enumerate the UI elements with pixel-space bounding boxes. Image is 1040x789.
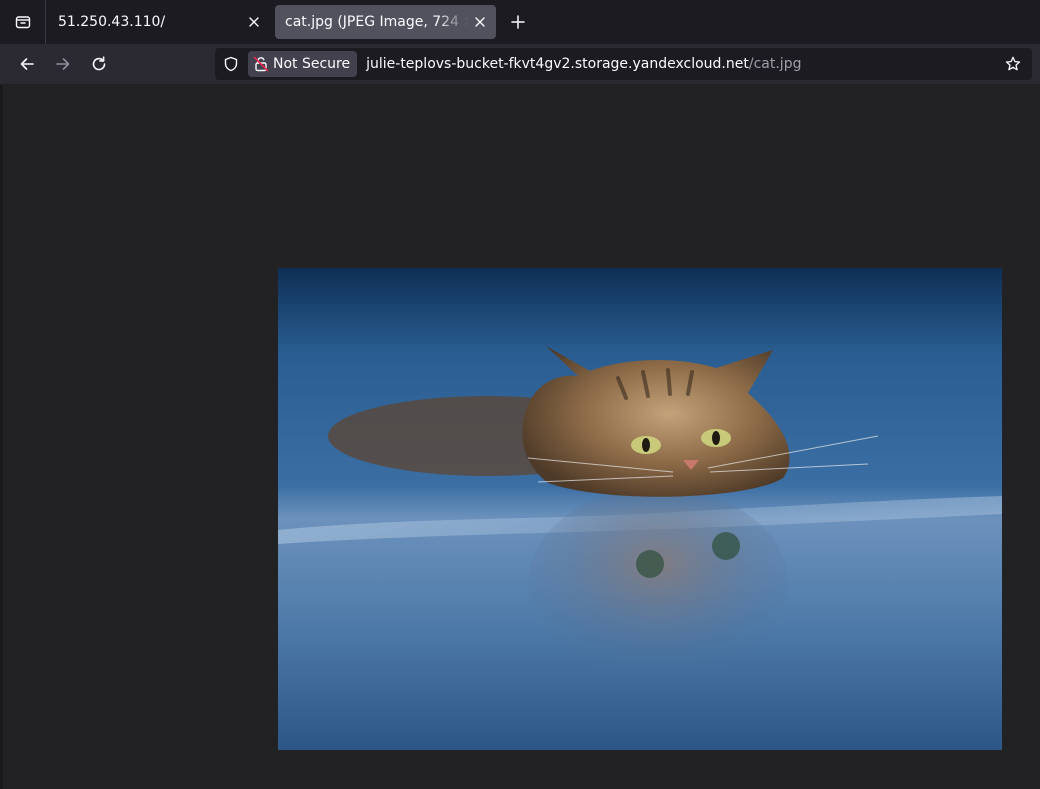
tab-list-button[interactable] (8, 8, 38, 36)
broken-lock-icon (253, 56, 269, 72)
tab-separator (45, 0, 46, 44)
tab-close-button[interactable] (243, 11, 265, 33)
tab-close-button[interactable] (469, 11, 491, 33)
address-bar[interactable]: Not Secure julie-teplovs-bucket-fkvt4gv2… (215, 48, 1032, 80)
navigation-toolbar: Not Secure julie-teplovs-bucket-fkvt4gv2… (0, 44, 1040, 84)
tab-title: 51.250.43.110/ (58, 14, 166, 30)
close-icon (249, 17, 259, 27)
forward-button[interactable] (48, 49, 78, 79)
reload-button[interactable] (84, 49, 114, 79)
reload-icon (92, 56, 106, 71)
star-icon (1005, 56, 1021, 71)
tab-inactive[interactable]: 51.250.43.110/ (48, 5, 270, 39)
tracking-protection-button[interactable] (217, 48, 245, 80)
cat-image[interactable] (278, 268, 1002, 750)
tab-title: cat.jpg (JPEG Image, 724 × 482 pixels) (285, 14, 469, 30)
tab-active[interactable]: cat.jpg (JPEG Image, 724 × 482 pixels) (275, 5, 496, 39)
shield-icon (224, 56, 238, 72)
back-button[interactable] (12, 49, 42, 79)
close-icon (475, 17, 485, 27)
tab-strip: 51.250.43.110/ cat.jpg (JPEG Image, 724 … (0, 0, 1040, 44)
new-tab-button[interactable] (504, 8, 532, 36)
forward-arrow-icon (56, 58, 70, 70)
plus-icon (511, 15, 525, 29)
bookmark-button[interactable] (1002, 53, 1024, 75)
url-host: julie-teplovs-bucket-fkvt4gv2.storage.ya… (366, 56, 749, 72)
cat-photo-drawing (278, 268, 1002, 750)
back-arrow-icon (20, 58, 34, 70)
not-secure-label: Not Secure (273, 56, 351, 72)
site-security-button[interactable]: Not Secure (248, 51, 358, 77)
url-text[interactable]: julie-teplovs-bucket-fkvt4gv2.storage.ya… (366, 56, 801, 72)
tab-list-icon (15, 16, 31, 29)
url-path: /cat.jpg (748, 56, 802, 72)
